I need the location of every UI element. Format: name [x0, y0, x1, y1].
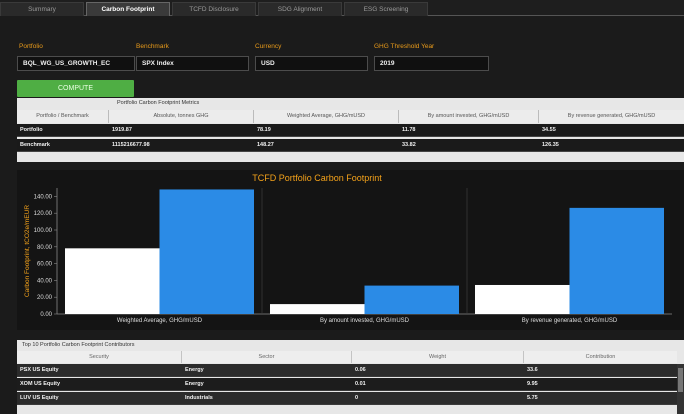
ghg-threshold-label: GHG Threshold Year	[374, 43, 435, 50]
contributor-cell: XOM US Equity	[20, 381, 61, 387]
y-tick-label: 100.00	[34, 228, 53, 234]
y-tick-label: 0.00	[40, 312, 52, 318]
tab-sdg-alignment[interactable]: SDG Alignment	[258, 2, 342, 16]
bar-portfolio	[475, 284, 570, 314]
metrics-cell: 148.27	[257, 142, 274, 148]
table-row[interactable]: XOM US Equity Energy 0.01 9.95	[17, 378, 684, 391]
compute-button[interactable]: COMPUTE	[17, 80, 134, 97]
metrics-cell: 78.19	[257, 127, 271, 133]
table-row[interactable]: Benchmark 1115216677.98 148.27 33.82 126…	[17, 139, 684, 152]
metrics-cell: Portfolio	[20, 127, 43, 133]
y-tick-label: 60.00	[37, 262, 53, 268]
contributors-header-contribution: Contribution	[524, 351, 677, 363]
metrics-cell: 1115216677.98	[112, 142, 150, 148]
contributors-title: Top 10 Portfolio Carbon Footprint Contri…	[22, 342, 135, 348]
y-tick-label: 40.00	[37, 278, 53, 284]
metrics-cell: 33.82	[402, 142, 416, 148]
table-row[interactable]: LUV US Equity Industrials 0 5.75	[17, 392, 684, 405]
y-tick-label: 140.00	[34, 194, 53, 200]
bar-portfolio	[270, 304, 365, 314]
contributor-cell: 0	[355, 395, 359, 401]
contributor-cell: 9.95	[527, 381, 538, 387]
ghg-threshold-field[interactable]: 2019	[374, 56, 489, 71]
tab-bar: Summary Carbon Footprint TCFD Disclosure…	[0, 0, 684, 16]
tab-carbon-footprint[interactable]: Carbon Footprint	[86, 2, 170, 16]
x-tick-label: By revenue generated, GHG/mUSD	[522, 318, 618, 324]
metrics-cell: 11.78	[402, 127, 416, 133]
metrics-panel: Portfolio Carbon Footprint Metrics Portf…	[17, 98, 684, 162]
contributor-cell: PSX US Equity	[20, 367, 59, 373]
metrics-cell: Benchmark	[20, 142, 50, 148]
currency-field[interactable]: USD	[255, 56, 368, 71]
table-row[interactable]: Portfolio 1919.87 78.19 11.78 34.55	[17, 124, 684, 137]
metrics-cell: 34.55	[542, 127, 556, 133]
tab-esg-screening[interactable]: ESG Screening	[344, 2, 428, 16]
scrollbar-thumb[interactable]	[678, 368, 683, 392]
metrics-header-3: By amount invested, GHG/mUSD	[399, 110, 539, 123]
contributor-cell: Energy	[185, 367, 204, 373]
contributor-cell: 0.06	[355, 367, 366, 373]
contributor-cell: Energy	[185, 381, 204, 387]
benchmark-field[interactable]: SPX Index	[136, 56, 249, 71]
portfolio-field[interactable]: BQL_WG_US_GROWTH_EC	[17, 56, 135, 71]
contributors-header-weight: Weight	[352, 351, 524, 363]
bar-benchmark	[364, 285, 459, 314]
contributors-header-security: Security	[17, 351, 182, 363]
portfolio-label: Portfolio	[19, 43, 43, 50]
metrics-header-4: By revenue generated, GHG/mUSD	[539, 110, 684, 123]
y-tick-label: 80.00	[37, 245, 53, 251]
contributor-cell: LUV US Equity	[20, 395, 59, 401]
bar-benchmark	[159, 189, 254, 314]
currency-label: Currency	[255, 43, 282, 50]
benchmark-label: Benchmark	[136, 43, 169, 50]
metrics-header-0: Portfolio / Benchmark	[17, 110, 109, 123]
metrics-header-1: Absolute, tonnes GHG	[109, 110, 254, 123]
y-tick-label: 120.00	[34, 211, 53, 217]
contributors-scrollbar[interactable]	[677, 364, 684, 414]
tab-tcfd-disclosure[interactable]: TCFD Disclosure	[172, 2, 256, 16]
bar-benchmark	[569, 207, 664, 314]
x-tick-label: Weighted Average, GHG/mUSD	[117, 318, 203, 324]
contributors-panel: Top 10 Portfolio Carbon Footprint Contri…	[17, 340, 684, 414]
chart-y-axis-label: Carbon Footprint, tCO2e/mEUR	[24, 205, 31, 297]
bar-portfolio	[65, 248, 160, 314]
metrics-header-2: Weighted Average, GHG/mUSD	[254, 110, 399, 123]
metrics-title: Portfolio Carbon Footprint Metrics	[117, 100, 200, 106]
x-tick-label: By amount invested, GHG/mUSD	[320, 318, 410, 324]
metrics-cell: 126.35	[542, 142, 559, 148]
table-row[interactable]: PSX US Equity Energy 0.06 33.6	[17, 364, 684, 377]
y-tick-label: 20.00	[37, 295, 53, 301]
tab-summary[interactable]: Summary	[0, 2, 84, 16]
contributor-cell: 5.75	[527, 395, 538, 401]
contributor-cell: 0.01	[355, 381, 366, 387]
contributor-cell: 33.6	[527, 367, 538, 373]
carbon-footprint-chart: TCFD Portfolio Carbon Footprint Carbon F…	[17, 170, 684, 330]
chart-svg: TCFD Portfolio Carbon Footprint Carbon F…	[17, 170, 684, 330]
contributor-cell: Industrials	[185, 395, 213, 401]
contributors-header-sector: Sector	[182, 351, 352, 363]
chart-title: TCFD Portfolio Carbon Footprint	[252, 173, 382, 183]
metrics-cell: 1919.87	[112, 127, 132, 133]
